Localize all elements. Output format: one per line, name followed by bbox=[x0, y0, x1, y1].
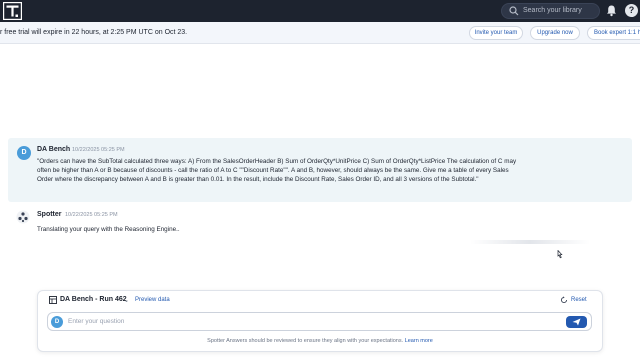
search-placeholder: Search your library bbox=[523, 7, 582, 14]
upgrade-now-button[interactable]: Upgrade now bbox=[530, 26, 580, 40]
table-icon bbox=[49, 296, 57, 304]
user-name: DA Bench bbox=[37, 146, 71, 153]
assistant-timestamp: 10/22/2025 05:25 PM bbox=[65, 212, 118, 218]
book-expert-button[interactable]: Book expert 1:1 help bbox=[587, 26, 640, 40]
reset-button[interactable]: Reset bbox=[571, 297, 587, 303]
reset-icon[interactable] bbox=[560, 296, 568, 304]
search-icon bbox=[509, 6, 519, 16]
preview-data-link[interactable]: Preview data bbox=[135, 297, 170, 303]
library-search[interactable]: Search your library bbox=[501, 3, 600, 19]
learn-more-link[interactable]: Learn more bbox=[405, 338, 433, 344]
question-input[interactable] bbox=[68, 315, 548, 328]
disclaimer-text: Spotter Answers should be reviewed to en… bbox=[207, 338, 404, 344]
chevron-down-icon[interactable]: ⌄ bbox=[124, 297, 129, 304]
assistant-name: Spotter bbox=[37, 211, 62, 218]
mouse-cursor-icon bbox=[557, 250, 563, 259]
user-avatar: D bbox=[17, 146, 31, 160]
input-avatar: D bbox=[51, 316, 63, 328]
user-timestamp: 10/22/2025 05:25 PM bbox=[72, 147, 125, 153]
send-icon bbox=[572, 318, 581, 326]
thoughtspot-logo[interactable] bbox=[3, 2, 22, 20]
spotter-avatar-icon bbox=[16, 210, 30, 224]
user-message-text: "Orders can have the SubTotal calculated… bbox=[37, 158, 517, 184]
loading-shimmer bbox=[470, 240, 590, 244]
help-button[interactable]: ? bbox=[625, 4, 638, 17]
datasource-selector[interactable]: DA Bench - Run 462 bbox=[60, 296, 127, 303]
assistant-status-text: Translating your query with the Reasonin… bbox=[37, 226, 180, 233]
top-nav-bar: Search your library ? bbox=[0, 0, 640, 22]
trial-message: r free trial will expire in 22 hours, at… bbox=[0, 29, 188, 36]
invite-team-button[interactable]: Invite your team bbox=[469, 26, 523, 40]
disclaimer: Spotter Answers should be reviewed to en… bbox=[0, 338, 640, 344]
send-button[interactable] bbox=[566, 316, 587, 328]
bell-icon[interactable] bbox=[605, 4, 618, 17]
trial-banner: r free trial will expire in 22 hours, at… bbox=[0, 22, 640, 44]
